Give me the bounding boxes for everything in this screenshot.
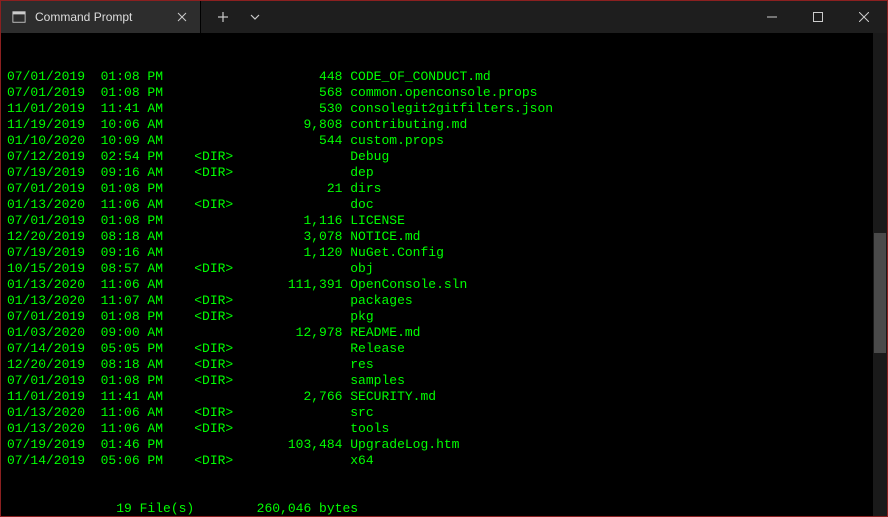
tab-actions (201, 1, 277, 33)
list-item: 07/19/2019 09:16 AM 1,120 NuGet.Config (7, 245, 881, 261)
window-controls (749, 1, 887, 33)
tab-command-prompt[interactable]: Command Prompt (1, 1, 201, 33)
titlebar: Command Prompt (1, 1, 887, 33)
list-item: 07/19/2019 01:46 PM 103,484 UpgradeLog.h… (7, 437, 881, 453)
list-item: 11/01/2019 11:41 AM 530 consolegit2gitfi… (7, 101, 881, 117)
scrollbar-thumb[interactable] (874, 233, 886, 353)
list-item: 07/14/2019 05:05 PM <DIR> Release (7, 341, 881, 357)
terminal-icon (11, 9, 27, 25)
list-item: 01/10/2020 10:09 AM 544 custom.props (7, 133, 881, 149)
list-item: 11/01/2019 11:41 AM 2,766 SECURITY.md (7, 389, 881, 405)
minimize-button[interactable] (749, 1, 795, 33)
list-item: 01/13/2020 11:07 AM <DIR> packages (7, 293, 881, 309)
list-item: 07/01/2019 01:08 PM <DIR> pkg (7, 309, 881, 325)
summary-files: 19 File(s) 260,046 bytes (7, 501, 881, 516)
tab-close-button[interactable] (174, 9, 190, 25)
list-item: 07/01/2019 01:08 PM 568 common.openconso… (7, 85, 881, 101)
new-tab-button[interactable] (209, 3, 237, 31)
list-item: 07/19/2019 09:16 AM <DIR> dep (7, 165, 881, 181)
list-item: 10/15/2019 08:57 AM <DIR> obj (7, 261, 881, 277)
list-item: 07/01/2019 01:08 PM <DIR> samples (7, 373, 881, 389)
list-item: 01/13/2020 11:06 AM 111,391 OpenConsole.… (7, 277, 881, 293)
list-item: 01/13/2020 11:06 AM <DIR> doc (7, 197, 881, 213)
list-item: 01/13/2020 11:06 AM <DIR> tools (7, 421, 881, 437)
tab-dropdown-button[interactable] (241, 3, 269, 31)
list-item: 12/20/2019 08:18 AM 3,078 NOTICE.md (7, 229, 881, 245)
list-item: 07/12/2019 02:54 PM <DIR> Debug (7, 149, 881, 165)
tab-title: Command Prompt (35, 10, 166, 24)
terminal-output[interactable]: 07/01/2019 01:08 PM 448 CODE_OF_CONDUCT.… (1, 33, 887, 516)
list-item: 07/14/2019 05:06 PM <DIR> x64 (7, 453, 881, 469)
list-item: 01/03/2020 09:00 AM 12,978 README.md (7, 325, 881, 341)
list-item: 12/20/2019 08:18 AM <DIR> res (7, 357, 881, 373)
directory-listing: 07/01/2019 01:08 PM 448 CODE_OF_CONDUCT.… (7, 69, 881, 469)
list-item: 01/13/2020 11:06 AM <DIR> src (7, 405, 881, 421)
scrollbar[interactable] (873, 33, 887, 516)
close-button[interactable] (841, 1, 887, 33)
maximize-button[interactable] (795, 1, 841, 33)
list-item: 07/01/2019 01:08 PM 21 dirs (7, 181, 881, 197)
list-item: 07/01/2019 01:08 PM 1,116 LICENSE (7, 213, 881, 229)
list-item: 07/01/2019 01:08 PM 448 CODE_OF_CONDUCT.… (7, 69, 881, 85)
titlebar-drag-area[interactable] (277, 1, 749, 33)
list-item: 11/19/2019 10:06 AM 9,808 contributing.m… (7, 117, 881, 133)
